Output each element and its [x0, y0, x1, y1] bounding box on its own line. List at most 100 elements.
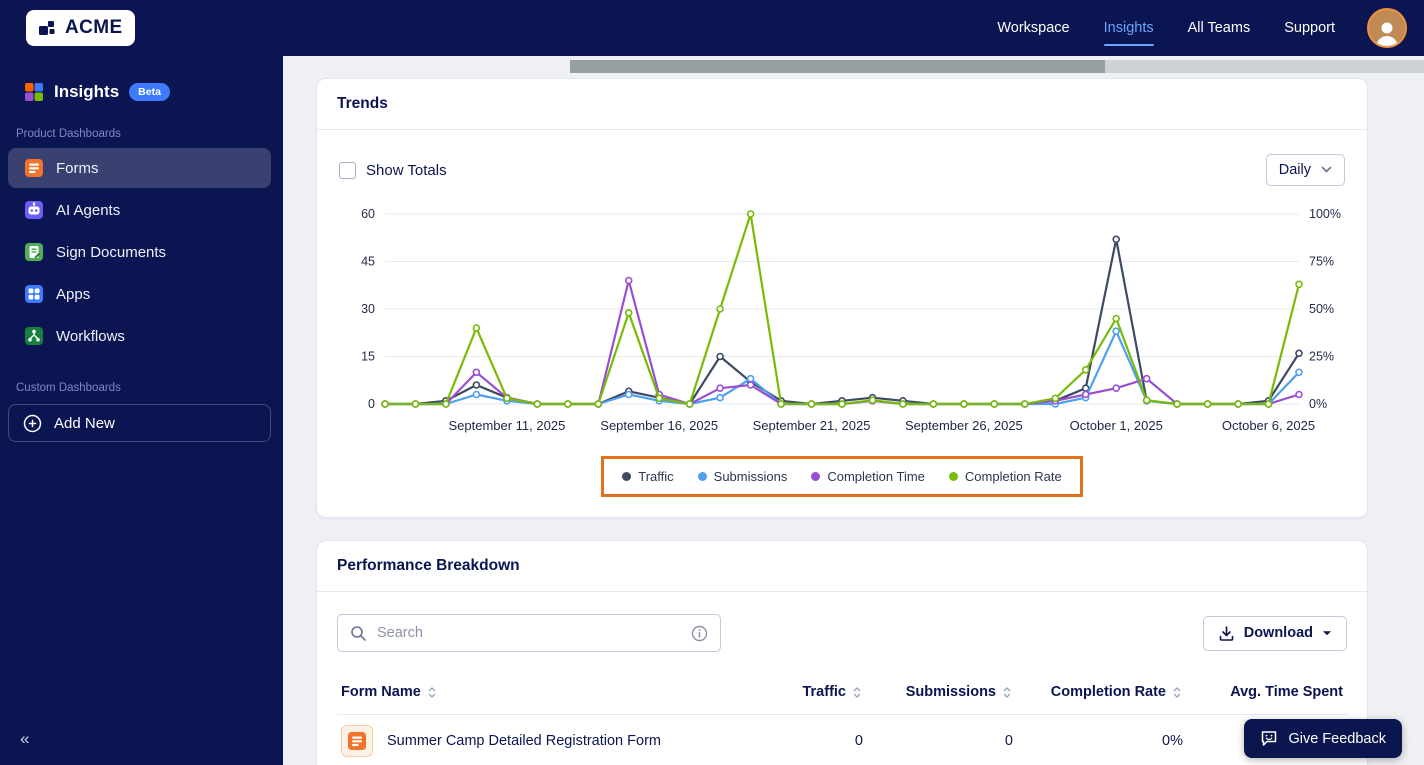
add-new-button[interactable]: Add New [8, 404, 271, 442]
column-submissions[interactable]: Submissions [863, 684, 1013, 700]
trends-controls: Show Totals Daily [339, 154, 1345, 186]
download-label: Download [1243, 625, 1313, 641]
legend-item-traffic[interactable]: Traffic [622, 469, 674, 484]
performance-card-body: Download Form Name Traffic [317, 592, 1367, 765]
svg-text:0: 0 [368, 397, 375, 411]
trends-title: Trends [337, 95, 388, 112]
performance-controls: Download [337, 614, 1347, 652]
trends-card: Trends Show Totals Daily 0 0% 15 25% 30 50% 45… [316, 78, 1368, 518]
interval-value: Daily [1278, 162, 1311, 178]
table-row[interactable]: Summer Camp Detailed Registration Form 0… [337, 715, 1347, 765]
insights-logo-icon [25, 83, 43, 101]
svg-text:0%: 0% [1309, 397, 1327, 411]
sort-icon [1003, 686, 1011, 698]
top-header: ACME Workspace Insights All Teams Suppor… [0, 0, 1424, 56]
sidebar-item-apps[interactable]: Apps [8, 274, 271, 314]
search-input[interactable] [377, 625, 681, 641]
add-new-label: Add New [54, 414, 115, 432]
workflows-icon [25, 327, 43, 345]
acme-logo[interactable]: ACME [26, 10, 135, 46]
scrolled-content-strip-light [1105, 60, 1424, 73]
column-avg-time-spent[interactable]: Avg. Time Spent [1183, 684, 1343, 700]
sort-icon [853, 686, 861, 698]
ai-agents-icon [25, 201, 43, 219]
chevron-down-icon [1321, 166, 1332, 173]
submissions-dot-icon [697, 472, 707, 481]
svg-text:45: 45 [361, 255, 375, 269]
sidebar-item-forms[interactable]: Forms [8, 148, 271, 188]
cell-submissions: 0 [1004, 733, 1013, 749]
nav-workspace[interactable]: Workspace [997, 20, 1069, 36]
scrolled-content-strip-dark [570, 60, 1105, 73]
sidebar-item-label: Sign Documents [56, 243, 167, 261]
sidebar-item-sign-documents[interactable]: Sign Documents [8, 232, 271, 272]
completion-time-dot-icon [811, 472, 821, 481]
sidebar-item-ai-agents[interactable]: AI Agents [8, 190, 271, 230]
performance-card-header: Performance Breakdown [317, 541, 1367, 592]
sidebar-title: Insights [54, 82, 120, 101]
nav-support[interactable]: Support [1284, 20, 1335, 36]
sidebar: Insights Beta Product Dashboards Forms A… [0, 56, 283, 765]
legend-item-completion-rate[interactable]: Completion Rate [948, 469, 1062, 484]
beta-badge: Beta [129, 83, 170, 101]
top-nav: Workspace Insights All Teams Support [997, 20, 1335, 46]
sidebar-item-label: AI Agents [56, 201, 121, 219]
column-form-name[interactable]: Form Name [341, 684, 713, 700]
sign-documents-icon [25, 243, 43, 261]
sidebar-item-label: Forms [56, 159, 99, 177]
section-product-dashboards: Product Dashboards [16, 128, 121, 140]
download-icon [1219, 625, 1234, 641]
legend-item-completion-time[interactable]: Completion Time [811, 469, 925, 484]
show-totals-checkbox[interactable] [339, 161, 356, 179]
search-icon [351, 625, 366, 641]
nav-insights[interactable]: Insights [1103, 20, 1154, 46]
svg-text:30: 30 [361, 302, 375, 316]
svg-text:100%: 100% [1309, 207, 1341, 221]
search-box[interactable] [337, 614, 721, 652]
column-completion-rate[interactable]: Completion Rate [1013, 684, 1183, 700]
svg-text:50%: 50% [1309, 302, 1334, 316]
sort-icon [1173, 686, 1181, 698]
legend-wrap: Traffic Submissions Completion Time Comp… [337, 456, 1347, 497]
feedback-bubble-icon [1262, 731, 1277, 746]
trends-card-body: Show Totals Daily 0 0% 15 25% 30 50% 45 75% 60 10… [317, 130, 1367, 517]
form-tile [341, 725, 373, 757]
user-avatar[interactable] [1367, 8, 1407, 48]
column-traffic[interactable]: Traffic [713, 684, 863, 700]
legend-item-submissions[interactable]: Submissions [697, 469, 787, 484]
svg-text:75%: 75% [1309, 255, 1334, 269]
show-totals-toggle[interactable]: Show Totals [339, 161, 447, 179]
forms-icon [25, 159, 43, 177]
cell-completion-rate: 0% [1162, 733, 1183, 749]
caret-down-icon [1323, 630, 1331, 635]
main-content: Trends Show Totals Daily 0 0% 15 25% 30 50% 45… [283, 56, 1424, 765]
person-icon [1376, 22, 1398, 46]
sidebar-collapse-button[interactable]: « [20, 729, 30, 749]
svg-text:October 6, 2025: October 6, 2025 [1222, 418, 1315, 433]
nav-all-teams[interactable]: All Teams [1188, 20, 1251, 36]
give-feedback-button[interactable]: Give Feedback [1244, 719, 1402, 758]
svg-text:September 21, 2025: September 21, 2025 [753, 418, 871, 433]
interval-select[interactable]: Daily [1265, 154, 1345, 186]
show-totals-label: Show Totals [366, 161, 447, 179]
svg-text:September 16, 2025: September 16, 2025 [600, 418, 718, 433]
sidebar-title-row: Insights Beta [0, 56, 283, 102]
plus-circle-icon [23, 414, 42, 432]
performance-card: Performance Breakdown Search Download Fo… [316, 540, 1368, 765]
section-custom-dashboards: Custom Dashboards [16, 382, 121, 394]
cell-traffic: 0 [854, 733, 863, 749]
info-icon[interactable] [691, 625, 708, 642]
sidebar-item-workflows[interactable]: Workflows [8, 316, 271, 356]
table-header: Form Name Traffic Submissions Completion… [337, 676, 1347, 715]
form-row-name[interactable]: Summer Camp Detailed Registration Form [341, 725, 713, 757]
sidebar-item-label: Workflows [56, 327, 125, 345]
trends-card-header: Trends [317, 79, 1367, 130]
traffic-dot-icon [622, 472, 632, 481]
sidebar-menu: Forms AI Agents Sign Documents Apps Work… [0, 148, 283, 356]
svg-text:60: 60 [361, 207, 375, 221]
svg-text:September 11, 2025: September 11, 2025 [448, 418, 565, 433]
sort-icon [428, 686, 436, 698]
download-button[interactable]: Download [1202, 615, 1347, 651]
sidebar-item-label: Apps [56, 285, 91, 303]
svg-text:October 1, 2025: October 1, 2025 [1070, 418, 1163, 433]
